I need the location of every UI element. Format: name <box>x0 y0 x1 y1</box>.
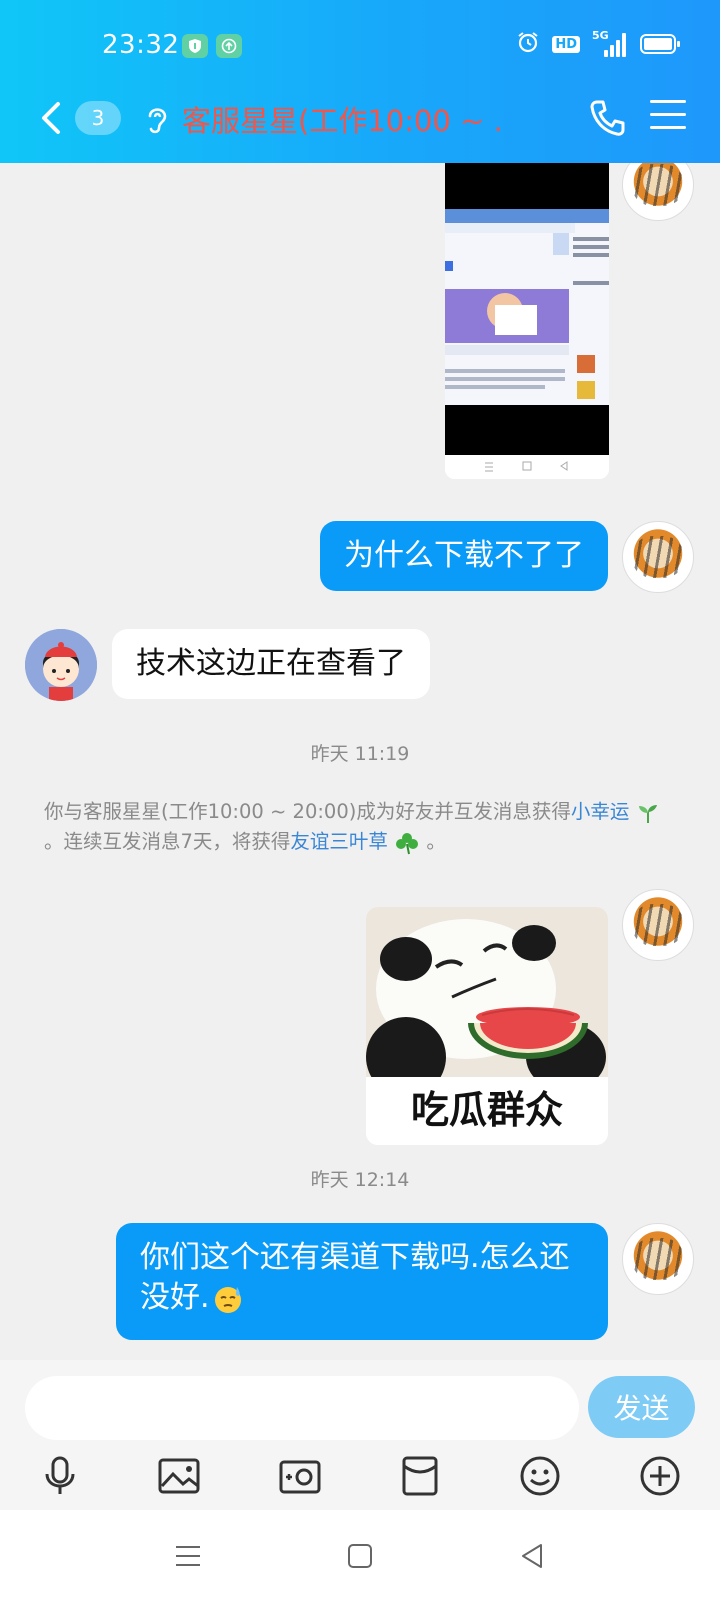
earpiece-mode-icon[interactable] <box>142 102 172 136</box>
my-avatar[interactable] <box>622 163 694 221</box>
message-input[interactable] <box>25 1376 579 1440</box>
system-nav-bar <box>0 1510 720 1600</box>
back-nav-icon[interactable] <box>514 1538 550 1574</box>
sticker-image-message[interactable]: 吃瓜群众 <box>366 907 608 1145</box>
recents-icon[interactable] <box>170 1538 206 1574</box>
signal-icon: 5G <box>592 29 628 57</box>
top-bar: 23:32 HD 5G 3 客服星星(工作10:00 ~ ... <box>0 0 720 163</box>
clover-icon <box>388 830 426 854</box>
hd-badge: HD <box>552 35 580 53</box>
my-message-bubble[interactable]: 为什么下载不了了 <box>320 521 608 591</box>
my-avatar[interactable] <box>622 889 694 961</box>
sticker-caption: 吃瓜群众 <box>366 1077 608 1145</box>
clover-link[interactable]: 友谊三叶草 <box>290 830 388 853</box>
timestamp: 昨天 11:19 <box>310 743 410 765</box>
my-avatar[interactable] <box>622 1223 694 1295</box>
home-icon[interactable] <box>342 1538 378 1574</box>
upload-icon <box>216 34 242 58</box>
camera-icon[interactable] <box>278 1454 322 1498</box>
back-icon[interactable] <box>36 96 68 140</box>
send-button[interactable]: 发送 <box>588 1376 695 1438</box>
agent-message-bubble[interactable]: 技术这边正在查看了 <box>112 629 430 699</box>
chat-area[interactable]: 为什么下载不了了 技术这边正在查看了 昨天 11:19 你与客服星星(工作10:… <box>0 163 720 1360</box>
image-icon[interactable] <box>157 1454 201 1498</box>
microphone-icon[interactable] <box>38 1454 82 1498</box>
my-avatar[interactable] <box>622 521 694 593</box>
emoji-icon[interactable] <box>518 1454 562 1498</box>
timestamp: 昨天 12:14 <box>310 1169 410 1191</box>
lucky-link[interactable]: 小幸运 <box>571 800 630 823</box>
system-notice: 你与客服星星(工作10:00 ~ 20:00)成为好友并互发消息获得小幸运 。连… <box>44 797 684 857</box>
chat-title[interactable]: 客服星星(工作10:00 ~ ... <box>182 98 502 140</box>
security-shield-icon <box>182 34 208 58</box>
chat-header: 3 客服星星(工作10:00 ~ ... <box>0 92 720 163</box>
screenshot-image-message[interactable] <box>445 163 609 479</box>
battery-icon <box>640 34 680 54</box>
unread-count-badge[interactable]: 3 <box>75 101 121 135</box>
menu-icon[interactable] <box>650 100 686 132</box>
agent-avatar[interactable] <box>25 629 97 701</box>
my-message-bubble[interactable]: 你们这个还有渠道下载吗.怎么还没好. <box>116 1223 608 1340</box>
phone-call-icon[interactable] <box>588 98 626 138</box>
alarm-icon <box>516 30 540 58</box>
input-bar: 发送 <box>0 1360 720 1510</box>
status-time: 23:32 <box>102 30 180 60</box>
plus-icon[interactable] <box>638 1454 682 1498</box>
toolbar <box>0 1454 720 1504</box>
status-bar: 23:32 HD 5G <box>0 0 720 92</box>
sweat-emoji-icon <box>212 1283 244 1315</box>
sprout-icon <box>629 800 659 823</box>
red-packet-icon[interactable] <box>398 1454 442 1498</box>
